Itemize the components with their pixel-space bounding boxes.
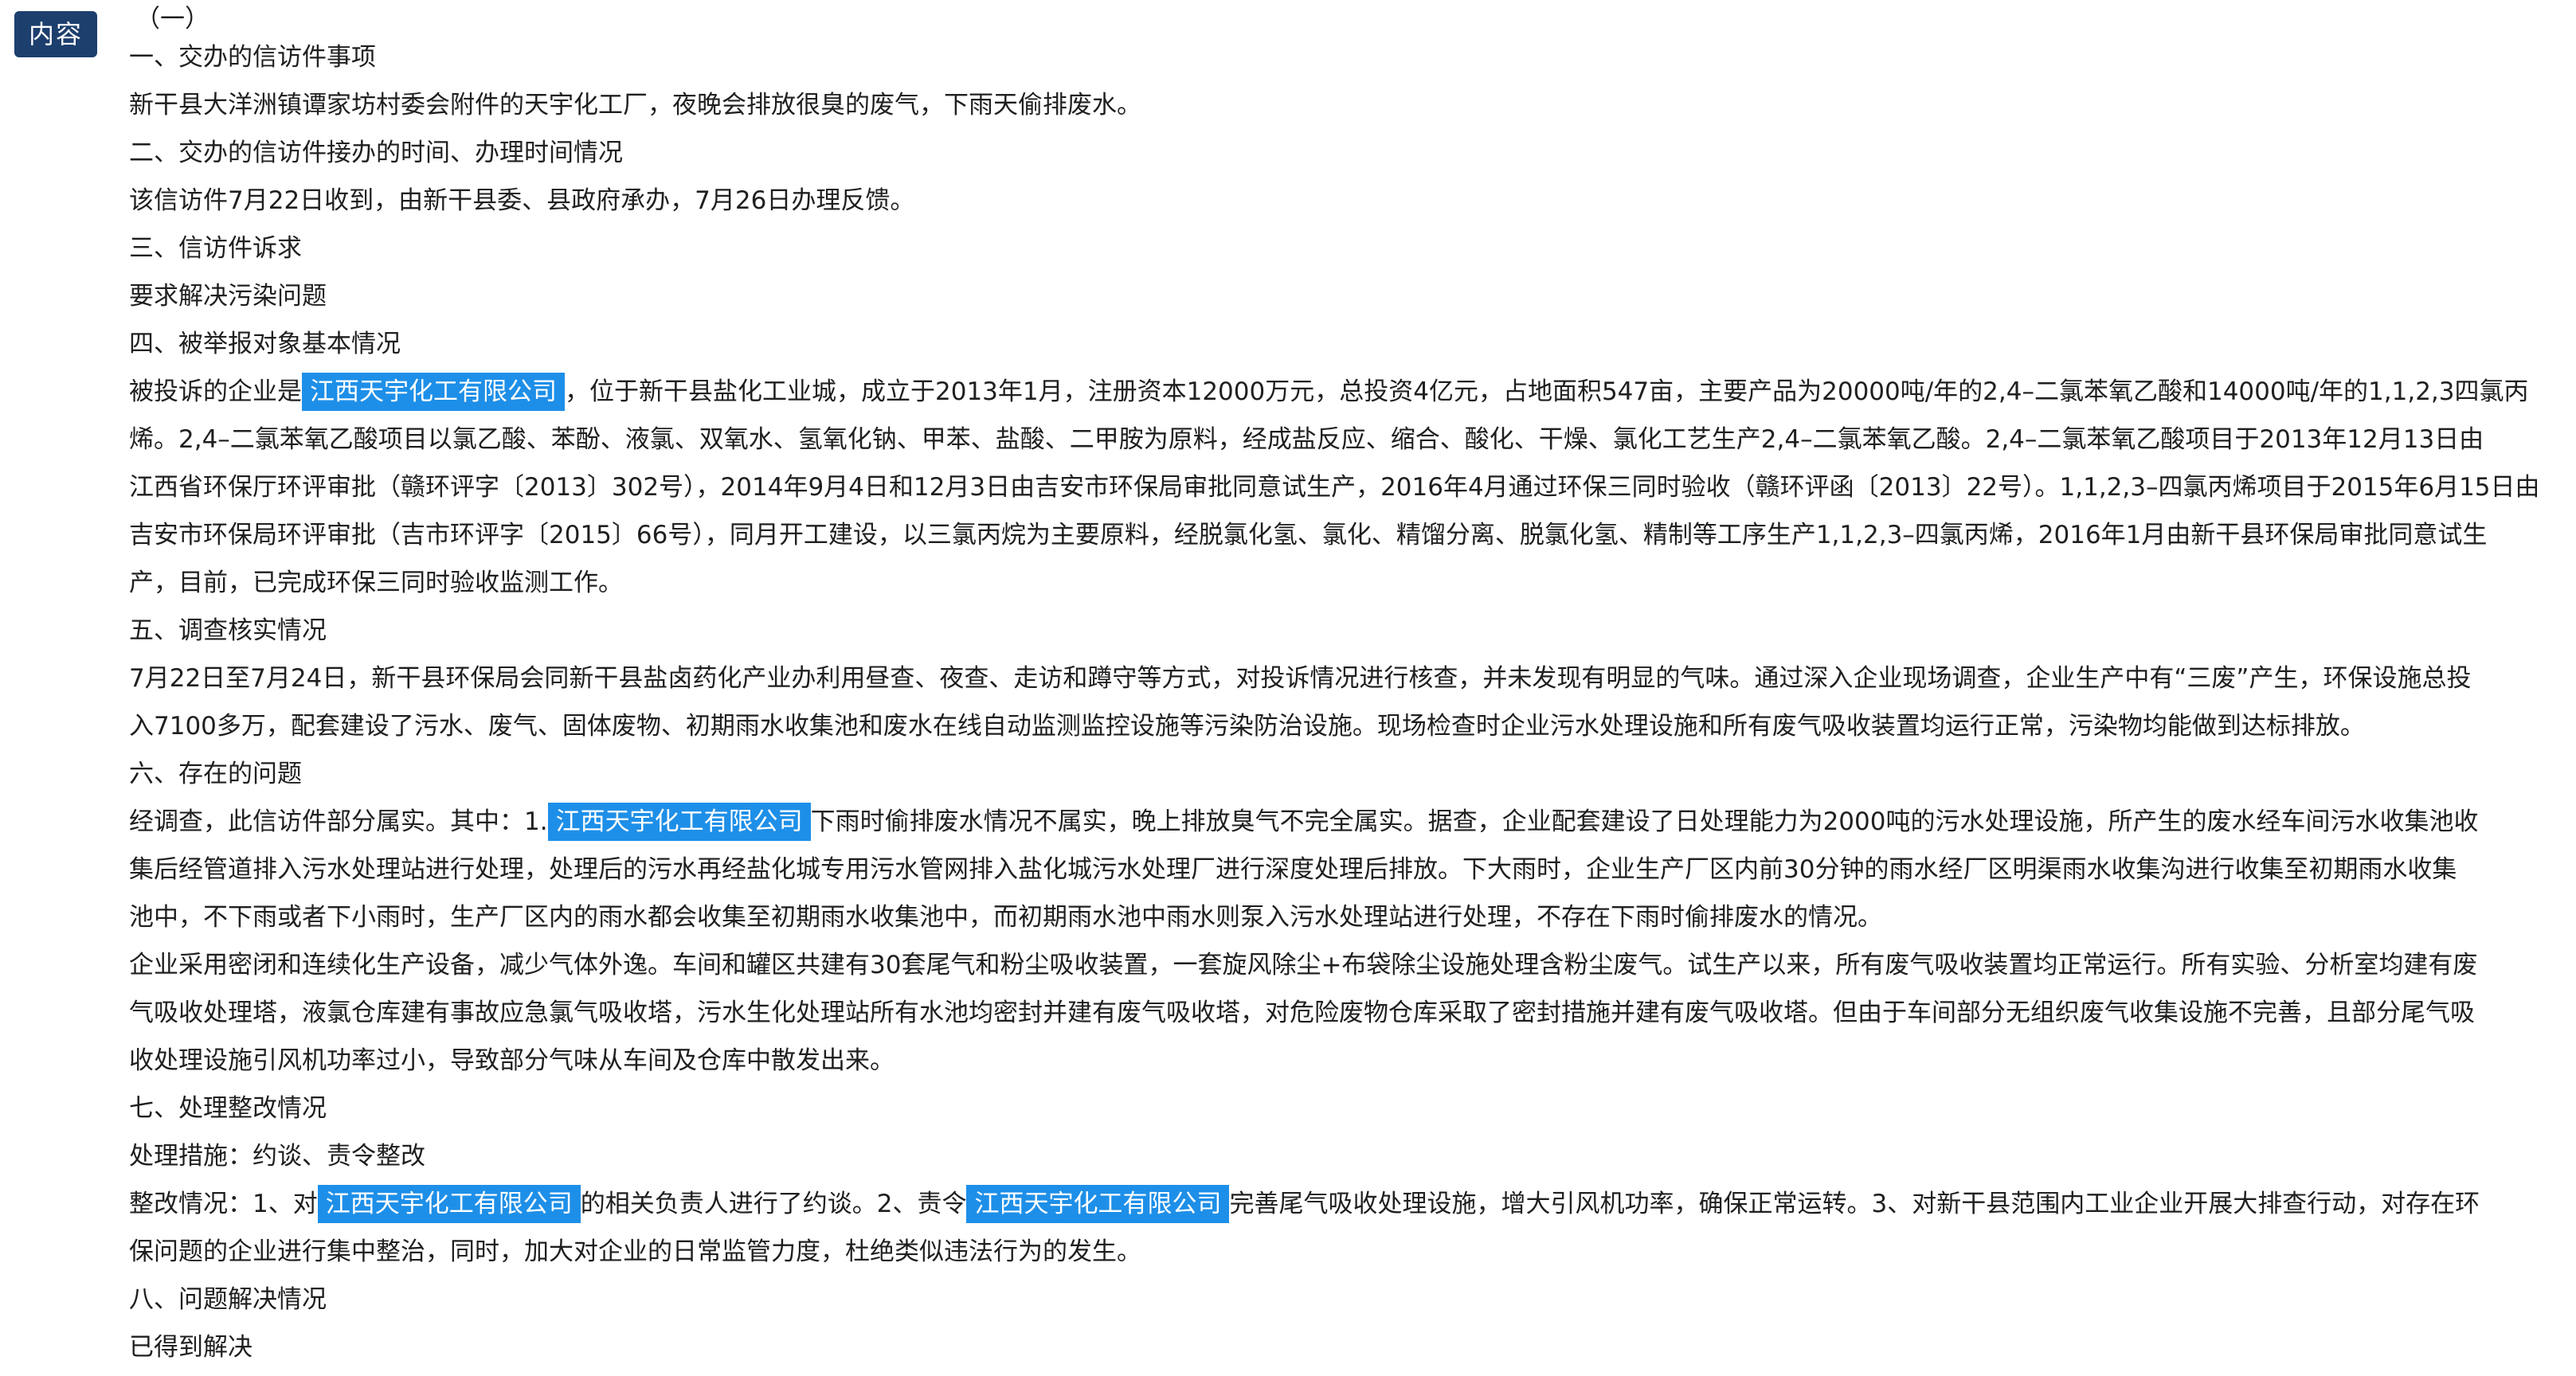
text-line: 一、交办的信访件事项 <box>129 33 2551 81</box>
text-segment: 二、交办的信访件接办的时间、办理时间情况 <box>129 139 623 167</box>
text-segment: 吉安市环保局环评审批（吉市环评字〔2015〕66号），同月开工建设，以三氯丙烷为… <box>129 521 2488 549</box>
text-line: 新干县大洋洲镇谭家坊村委会附件的天宇化工厂，夜晚会排放很臭的废气，下雨天偷排废水… <box>129 81 2551 129</box>
text-segment: 整改情况：1、对 <box>129 1190 318 1218</box>
text-line: 八、问题解决情况 <box>129 1276 2551 1323</box>
highlighted-company-name: 江西天宇化工有限公司 <box>317 1185 581 1223</box>
text-segment: 池中，不下雨或者下小雨时，生产厂区内的雨水都会收集至初期雨水收集池中，而初期雨水… <box>129 903 1882 932</box>
text-line: （一） <box>129 0 2551 33</box>
text-segment: 收处理设施引风机功率过小，导致部分气味从车间及仓库中散发出来。 <box>129 1046 895 1075</box>
text-segment: 八、问题解决情况 <box>129 1285 327 1314</box>
text-line: 五、调查核实情况 <box>129 607 2551 655</box>
text-line: 吉安市环保局环评审批（吉市环评字〔2015〕66号），同月开工建设，以三氯丙烷为… <box>129 511 2551 559</box>
text-segment: 气吸收处理塔，液氯仓库建有事故应急氯气吸收塔，污水生化处理站所有水池均密封并建有… <box>129 999 2475 1027</box>
document-body: （一） 一、交办的信访件事项新干县大洋洲镇谭家坊村委会附件的天宇化工厂，夜晚会排放… <box>129 0 2551 1371</box>
text-line: 要求解决污染问题 <box>129 272 2551 320</box>
text-line: 气吸收处理塔，液氯仓库建有事故应急氯气吸收塔，污水生化处理站所有水池均密封并建有… <box>129 989 2551 1037</box>
highlighted-company-name: 江西天宇化工有限公司 <box>302 373 565 411</box>
text-line: 处理措施：约谈、责令整改 <box>129 1132 2551 1180</box>
text-segment: ，位于新干县盐化工业城，成立于2013年1月，注册资本12000万元，总投资4亿… <box>565 377 2529 406</box>
text-segment: 江西省环保厅环评审批（赣环评字〔2013〕302号），2014年9月4日和12月… <box>129 473 2540 502</box>
text-segment: 三、信访件诉求 <box>129 234 302 263</box>
text-line: 六、存在的问题 <box>129 750 2551 798</box>
text-segment: 要求解决污染问题 <box>129 282 327 311</box>
text-line: 收处理设施引风机功率过小，导致部分气味从车间及仓库中散发出来。 <box>129 1037 2551 1085</box>
text-line: 二、交办的信访件接办的时间、办理时间情况 <box>129 129 2551 177</box>
text-line: 集后经管道排入污水处理站进行处理，处理后的污水再经盐化城专用污水管网排入盐化城污… <box>129 846 2551 893</box>
text-line: 已得到解决 <box>129 1323 2551 1371</box>
text-segment: 烯。2,4–二氯苯氧乙酸项目以氯乙酸、苯酚、液氯、双氧水、氢氧化钠、甲苯、盐酸、… <box>129 425 2484 454</box>
content-tag: 内容 <box>14 11 97 57</box>
text-line: 江西省环保厅环评审批（赣环评字〔2013〕302号），2014年9月4日和12月… <box>129 463 2551 511</box>
text-segment: 被投诉的企业是 <box>129 377 302 406</box>
text-line: 入7100多万，配套建设了污水、废气、固体废物、初期雨水收集池和废水在线自动监测… <box>129 702 2551 750</box>
text-segment: 一、交办的信访件事项 <box>129 43 376 72</box>
text-segment: 新干县大洋洲镇谭家坊村委会附件的天宇化工厂，夜晚会排放很臭的废气，下雨天偷排废水… <box>129 91 1141 119</box>
text-line: 整改情况：1、对 江西天宇化工有限公司 的相关负责人进行了约谈。2、责令 江西天宇化工… <box>129 1180 2551 1228</box>
text-segment: 处理措施：约谈、责令整改 <box>129 1142 425 1171</box>
text-line: 被投诉的企业是 江西天宇化工有限公司 ，位于新干县盐化工业城，成立于2013年1月，… <box>129 368 2551 416</box>
text-line: 四、被举报对象基本情况 <box>129 320 2551 368</box>
text-line: 七、处理整改情况 <box>129 1085 2551 1132</box>
text-line: 三、信访件诉求 <box>129 225 2551 272</box>
text-segment: 入7100多万，配套建设了污水、废气、固体废物、初期雨水收集池和废水在线自动监测… <box>129 712 2365 741</box>
text-segment: 五、调查核实情况 <box>129 616 327 645</box>
text-line: 烯。2,4–二氯苯氧乙酸项目以氯乙酸、苯酚、液氯、双氧水、氢氧化钠、甲苯、盐酸、… <box>129 416 2551 463</box>
text-line: 企业采用密闭和连续化生产设备，减少气体外逸。车间和罐区共建有30套尾气和粉尘吸收… <box>129 941 2551 989</box>
highlighted-company-name: 江西天宇化工有限公司 <box>966 1185 1230 1223</box>
text-segment: 已得到解决 <box>129 1333 253 1362</box>
text-line: 经调查，此信访件部分属实。其中：1. 江西天宇化工有限公司 下雨时偷排废水情况不属实… <box>129 798 2551 846</box>
text-segment: 7月22日至7月24日，新干县环保局会同新干县盐卤药化产业办利用昼查、夜查、走访… <box>129 664 2472 693</box>
text-segment: 集后经管道排入污水处理站进行处理，处理后的污水再经盐化城专用污水管网排入盐化城污… <box>129 855 2457 884</box>
text-segment: 保问题的企业进行集中整治，同时，加大对企业的日常监管力度，杜绝类似违法行为的发生… <box>129 1237 1141 1266</box>
text-segment: 产，目前，已完成环保三同时验收监测工作。 <box>129 569 623 597</box>
text-segment: 四、被举报对象基本情况 <box>129 330 401 358</box>
text-line: 池中，不下雨或者下小雨时，生产厂区内的雨水都会收集至初期雨水收集池中，而初期雨水… <box>129 893 2551 941</box>
text-segment: 企业采用密闭和连续化生产设备，减少气体外逸。车间和罐区共建有30套尾气和粉尘吸收… <box>129 951 2478 979</box>
text-segment: 该信访件7月22日收到，由新干县委、县政府承办，7月26日办理反馈。 <box>129 186 915 215</box>
text-segment: （一） <box>135 5 209 33</box>
text-line: 产，目前，已完成环保三同时验收监测工作。 <box>129 559 2551 607</box>
text-segment: 的相关负责人进行了约谈。2、责令 <box>580 1190 967 1218</box>
text-line: 保问题的企业进行集中整治，同时，加大对企业的日常监管力度，杜绝类似违法行为的发生… <box>129 1228 2551 1276</box>
text-segment: 下雨时偷排废水情况不属实，晚上排放臭气不完全属实。据查，企业配套建设了日处理能力… <box>810 807 2479 836</box>
text-segment: 经调查，此信访件部分属实。其中：1. <box>129 807 548 836</box>
highlighted-company-name: 江西天宇化工有限公司 <box>547 803 811 841</box>
text-segment: 六、存在的问题 <box>129 760 302 788</box>
text-segment: 完善尾气吸收处理设施，增大引风机功率，确保正常运转。3、对新干县范围内工业企业开… <box>1229 1190 2480 1218</box>
text-line: 7月22日至7月24日，新干县环保局会同新干县盐卤药化产业办利用昼查、夜查、走访… <box>129 655 2551 702</box>
text-line: 该信访件7月22日收到，由新干县委、县政府承办，7月26日办理反馈。 <box>129 177 2551 225</box>
text-segment: 七、处理整改情况 <box>129 1094 327 1123</box>
